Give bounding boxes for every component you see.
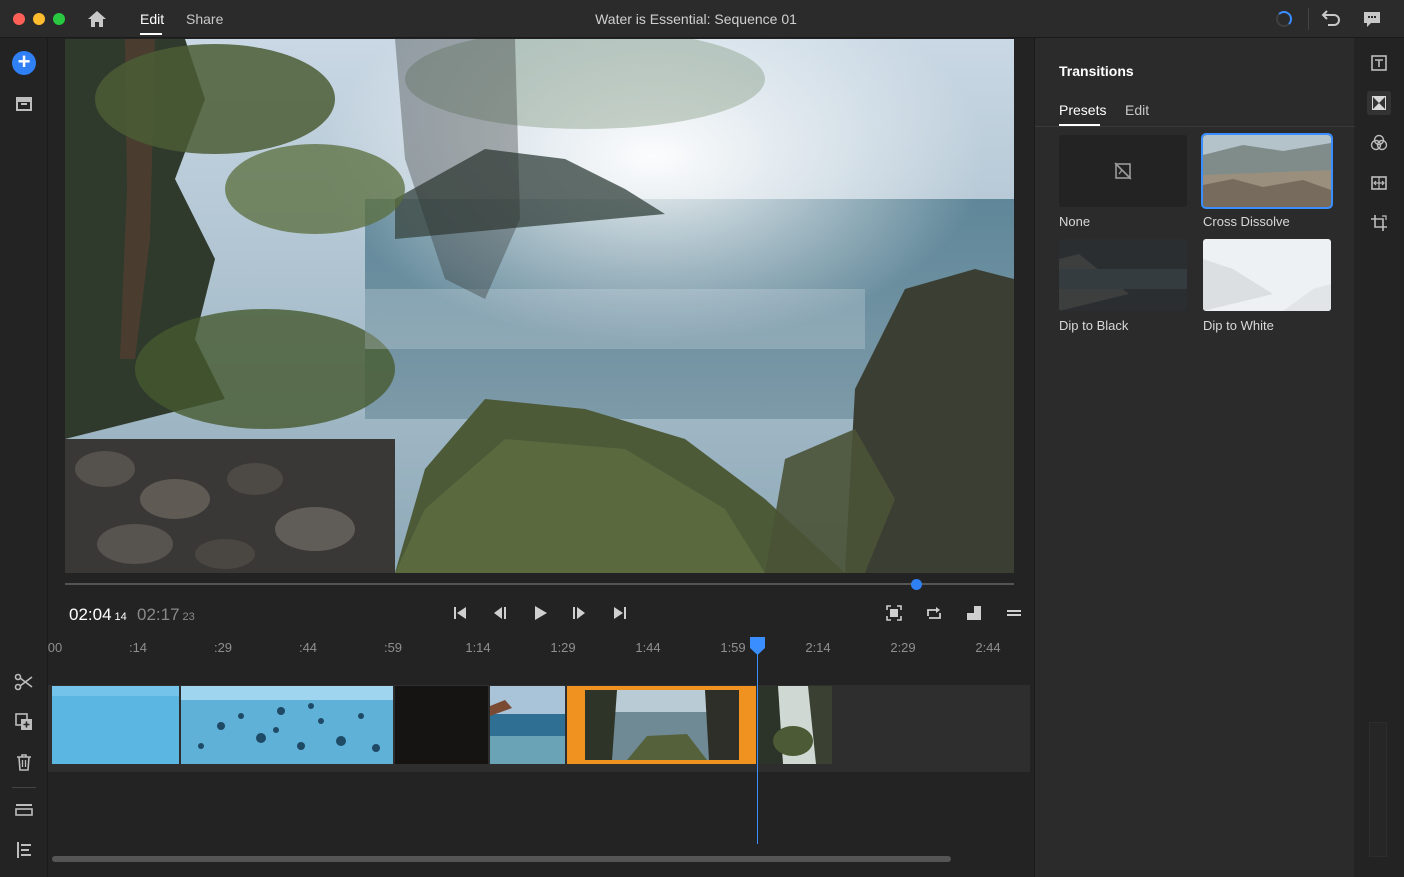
ruler-label: 2:14: [805, 640, 831, 655]
tab-divider: [1035, 126, 1355, 127]
timeline-list-icon[interactable]: [12, 838, 36, 862]
clip-beach[interactable]: [490, 686, 565, 764]
title-bar: Edit Share Water is Essential: Sequence …: [0, 0, 1404, 38]
video-preview[interactable]: [65, 39, 1014, 573]
titlebar-divider: [1308, 8, 1309, 30]
window-title: Water is Essential: Sequence 01: [595, 11, 797, 27]
ruler-label: :59: [383, 640, 403, 655]
tab-presets[interactable]: Presets: [1059, 102, 1106, 118]
ruler-label: 00: [47, 640, 63, 655]
panel-title: Transitions: [1059, 63, 1134, 79]
delete-icon[interactable]: [12, 750, 36, 774]
preset-none-thumbnail[interactable]: [1059, 135, 1187, 207]
loop-icon[interactable]: [923, 602, 945, 624]
preset-cross-dissolve[interactable]: Cross Dissolve: [1201, 133, 1333, 229]
transitions-icon[interactable]: [1367, 91, 1391, 115]
go-to-end-icon[interactable]: [609, 602, 631, 624]
preset-cross-dissolve-thumbnail[interactable]: [1201, 133, 1333, 209]
app-window: Edit Share Water is Essential: Sequence …: [0, 0, 1404, 877]
transitions-panel: Transitions Presets Edit None Cross Diss…: [1034, 38, 1355, 877]
ruler-label: 2:44: [975, 640, 1001, 655]
ruler-label: :44: [298, 640, 318, 655]
timeline-ruler[interactable]: 00 :14 :29 :44 :59 1:14 1:29 1:44 1:59 2…: [48, 632, 1033, 662]
ruler-label: 2:29: [890, 640, 916, 655]
preset-dip-to-white[interactable]: Dip to White: [1203, 239, 1331, 333]
playhead-handle[interactable]: [750, 637, 765, 655]
clip-forest[interactable]: [758, 686, 832, 764]
step-forward-icon[interactable]: [568, 602, 590, 624]
preset-label: None: [1059, 214, 1091, 229]
resize-panel-icon[interactable]: [963, 602, 985, 624]
no-transition-icon: [1114, 162, 1132, 180]
track-layout-icon[interactable]: [12, 798, 36, 822]
preset-none[interactable]: None: [1059, 135, 1187, 229]
clip-black[interactable]: [395, 686, 488, 764]
preset-label: Cross Dissolve: [1203, 214, 1290, 229]
ruler-label: 1:14: [465, 640, 491, 655]
speed-icon[interactable]: [1367, 171, 1391, 195]
toolbar-separator: [12, 787, 36, 788]
tab-edit-transition[interactable]: Edit: [1125, 102, 1149, 118]
total-frames: 23: [182, 611, 195, 623]
clip-bubbles[interactable]: [181, 686, 393, 764]
preset-dip-to-black[interactable]: Dip to Black: [1059, 239, 1187, 333]
current-time: 02:04: [69, 605, 112, 624]
add-media-icon[interactable]: +: [12, 51, 36, 75]
preset-label: Dip to Black: [1059, 318, 1129, 333]
timeline-horizontal-scrollbar[interactable]: [52, 856, 951, 862]
preview-scrubber-handle[interactable]: [911, 579, 922, 590]
step-back-icon[interactable]: [489, 602, 511, 624]
preset-dip-to-black-thumbnail[interactable]: [1059, 239, 1187, 311]
titles-icon[interactable]: [1367, 51, 1391, 75]
total-timecode: 02:17 23: [137, 605, 195, 625]
total-time: 02:17: [137, 605, 180, 624]
clip-blue-water[interactable]: [52, 686, 179, 764]
menu-icon[interactable]: [1003, 602, 1025, 624]
crop-icon[interactable]: [1367, 211, 1391, 235]
ruler-label: 1:44: [635, 640, 661, 655]
right-icon-rail: [1355, 38, 1404, 877]
ruler-label: :29: [213, 640, 233, 655]
color-icon[interactable]: [1367, 131, 1391, 155]
current-timecode: 02:04 14: [69, 605, 127, 625]
play-icon[interactable]: [529, 602, 551, 624]
audio-meter: [1369, 722, 1387, 857]
preview-scrubber-track[interactable]: [65, 583, 1014, 585]
preset-dip-to-white-thumbnail[interactable]: [1203, 239, 1331, 311]
playhead-line: [757, 648, 758, 844]
ruler-label: 1:29: [550, 640, 576, 655]
clip-coast-rocks[interactable]: [567, 686, 756, 764]
go-to-start-icon[interactable]: [449, 602, 471, 624]
project-assets-icon[interactable]: [12, 91, 36, 115]
undo-icon[interactable]: [1320, 9, 1342, 29]
feedback-icon[interactable]: [1361, 9, 1383, 29]
ruler-label: 1:59: [720, 640, 746, 655]
current-frames: 14: [114, 611, 127, 623]
ruler-label: :14: [128, 640, 148, 655]
duplicate-icon[interactable]: [12, 710, 36, 734]
left-toolbar: +: [0, 38, 48, 877]
loading-spinner-icon: [1276, 11, 1292, 27]
split-clip-icon[interactable]: [12, 670, 36, 694]
tab-edit-underline: [140, 33, 162, 35]
fit-view-icon[interactable]: [883, 602, 905, 624]
preset-label: Dip to White: [1203, 318, 1274, 333]
